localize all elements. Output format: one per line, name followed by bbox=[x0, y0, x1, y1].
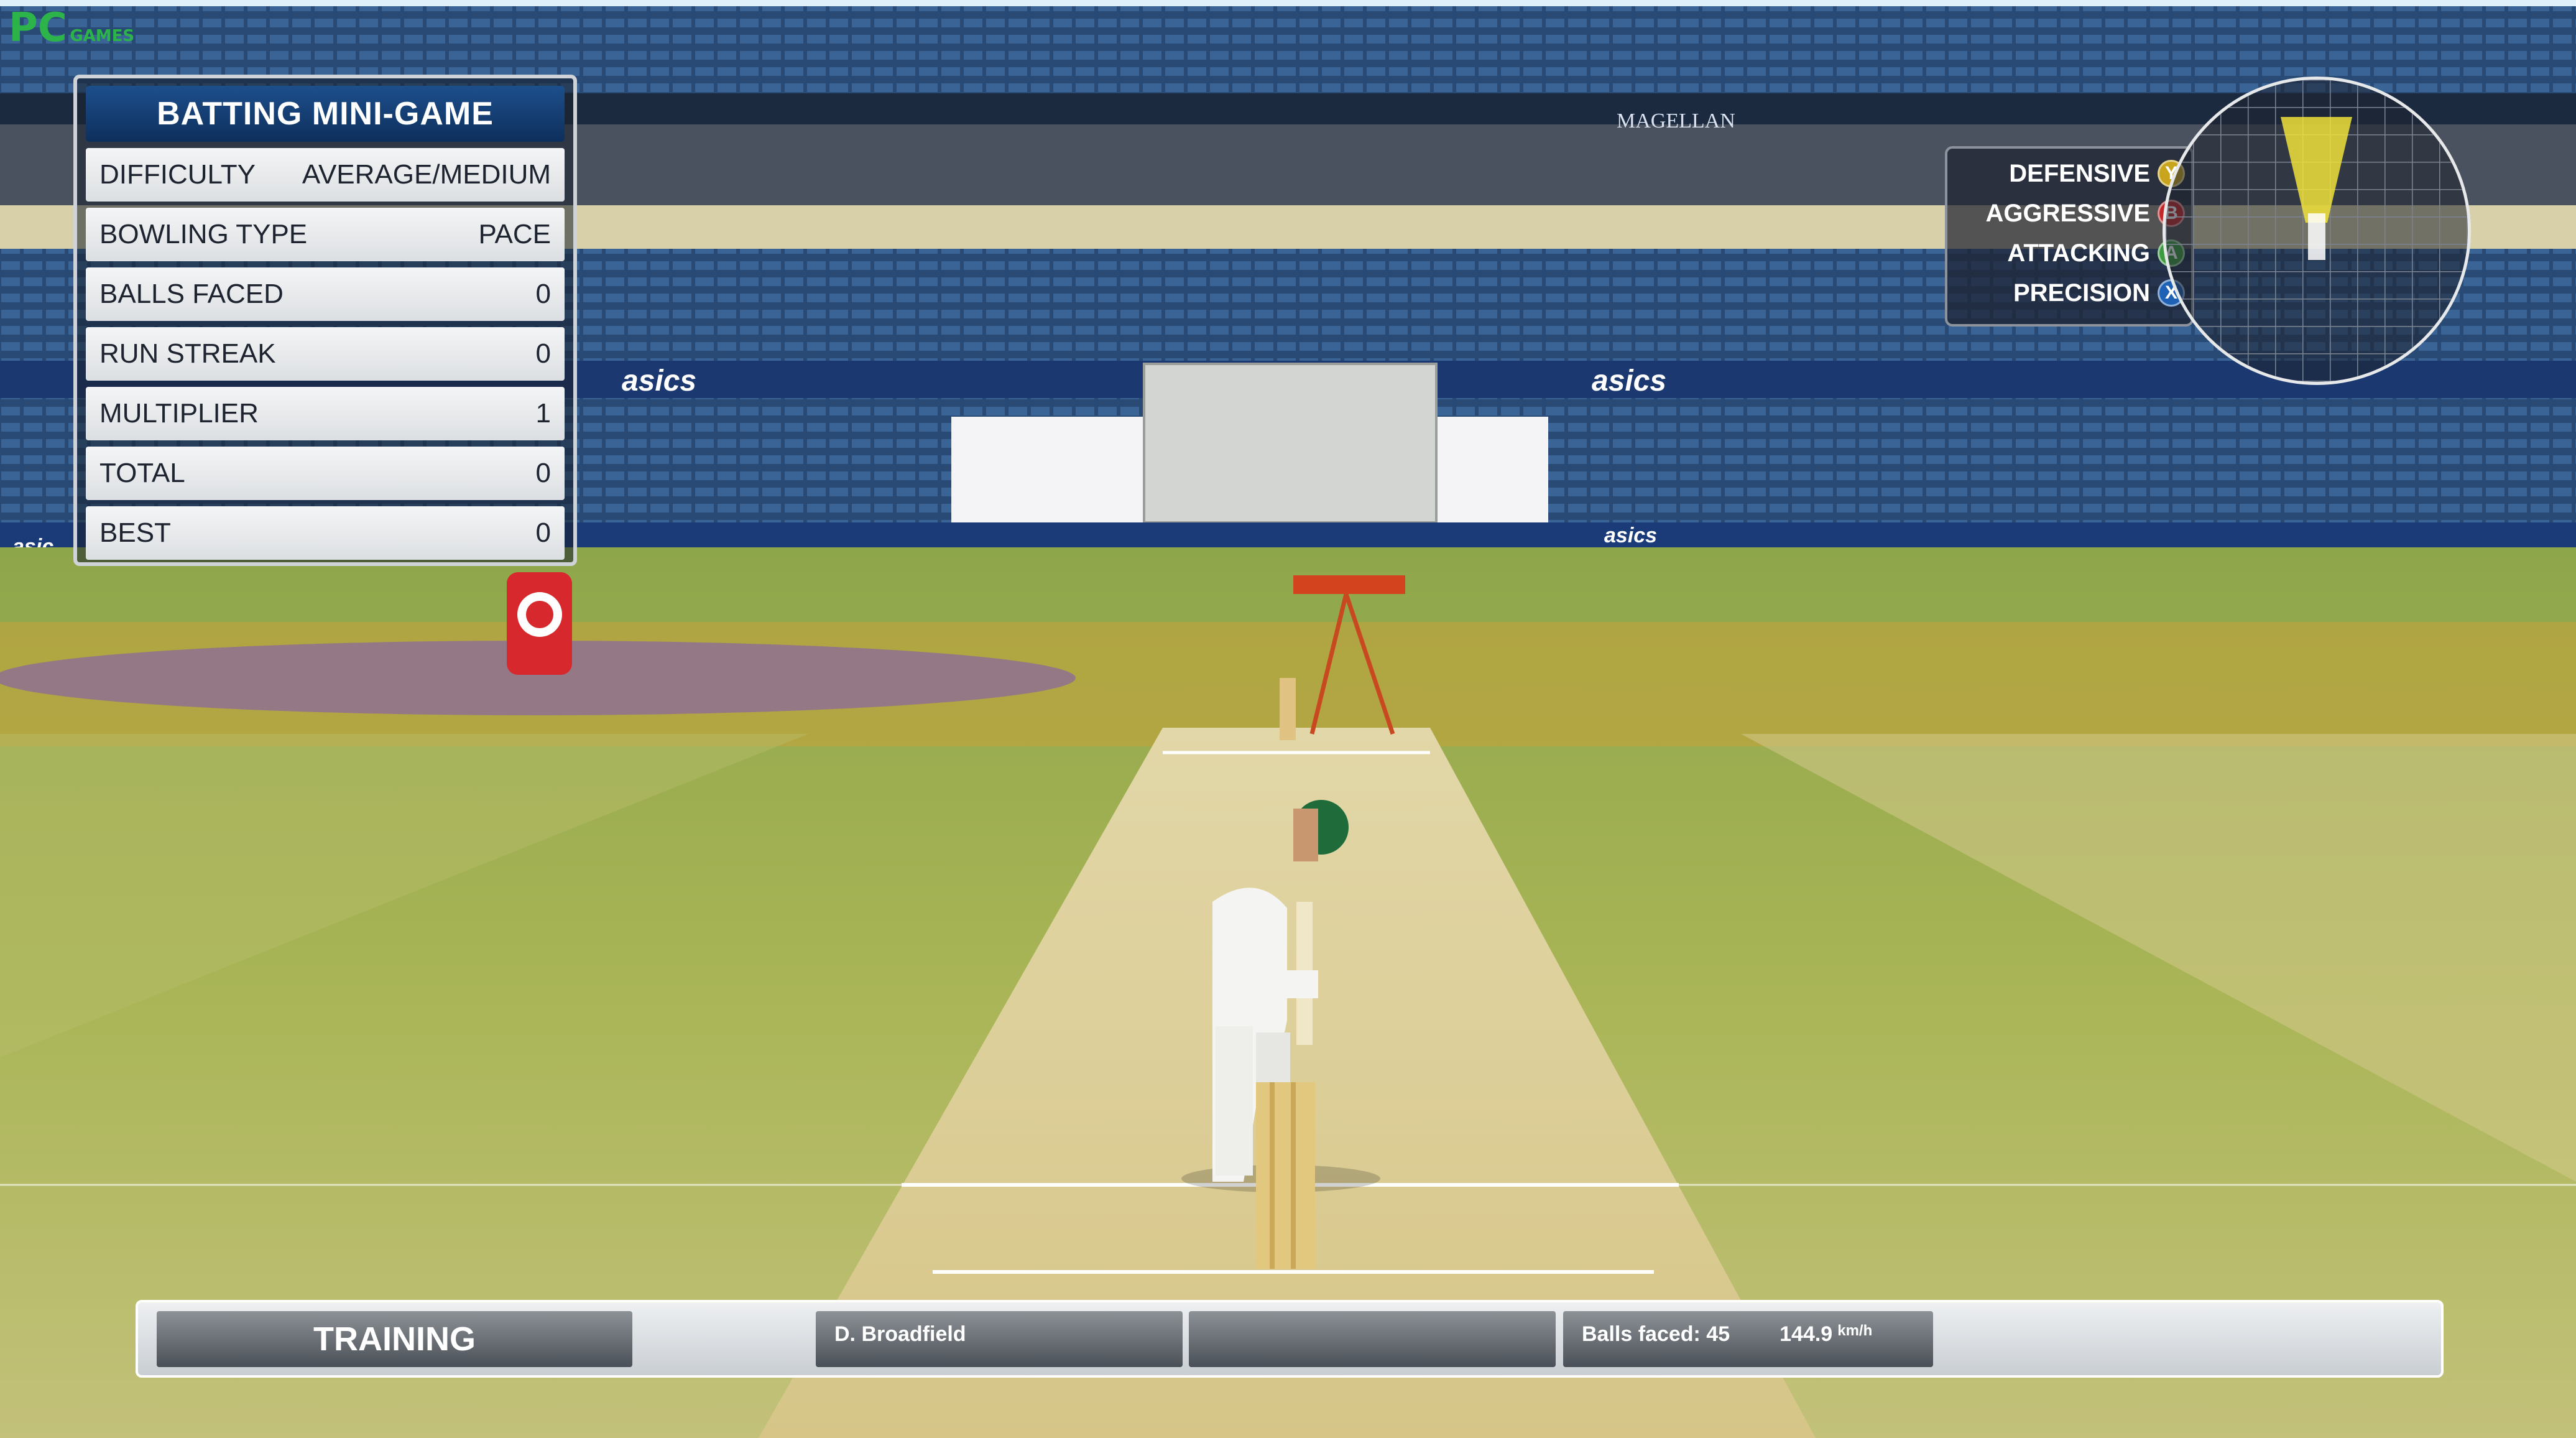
compass-batter-marker bbox=[2308, 213, 2325, 260]
stat-row-run-streak: RUN STREAK 0 bbox=[86, 327, 565, 381]
bowling-machine bbox=[1293, 575, 1405, 594]
logo-main: PC bbox=[9, 5, 67, 51]
stat-value: PACE bbox=[478, 219, 551, 249]
compass-graphic bbox=[2166, 80, 2468, 382]
batting-mini-game-panel: BATTING MINI-GAME DIFFICULTY AVERAGE/MED… bbox=[73, 75, 577, 566]
stat-row-difficulty: DIFFICULTY AVERAGE/MEDIUM bbox=[86, 148, 565, 202]
shot-mode-label: ATTACKING bbox=[2007, 239, 2150, 267]
ball-speed-unit: km/h bbox=[1837, 1322, 1873, 1339]
shot-mode-defensive: DEFENSIVE Y bbox=[1954, 154, 2185, 193]
shot-mode-legend: DEFENSIVE Y AGGRESSIVE B ATTACKING A PRE… bbox=[1945, 146, 2194, 327]
bottom-status-bar: TRAINING D. Broadfield Balls faced: 45 1… bbox=[136, 1300, 2444, 1378]
delivery-stats: Balls faced: 45 144.9 km/h bbox=[1563, 1311, 1933, 1367]
stat-label: DIFFICULTY bbox=[99, 159, 256, 190]
stat-row-total: TOTAL 0 bbox=[86, 447, 565, 500]
far-stumps bbox=[1280, 678, 1296, 740]
stat-value: 0 bbox=[535, 338, 551, 369]
stat-value: 1 bbox=[535, 398, 551, 429]
stat-value: 0 bbox=[535, 458, 551, 488]
sight-screen bbox=[1143, 363, 1438, 524]
stat-row-multiplier: MULTIPLIER 1 bbox=[86, 387, 565, 440]
balls-faced-count: Balls faced: 45 bbox=[1582, 1322, 1730, 1346]
stat-label: BOWLING TYPE bbox=[99, 219, 308, 249]
shot-mode-label: PRECISION bbox=[2013, 279, 2150, 307]
batter-name: D. Broadfield bbox=[816, 1311, 1183, 1367]
shot-direction-compass bbox=[2163, 77, 2471, 385]
stat-value: 0 bbox=[535, 517, 551, 548]
mode-tab-training: TRAINING bbox=[157, 1311, 632, 1367]
ball-speed: 144.9 bbox=[1780, 1322, 1833, 1346]
stat-label: BALLS FACED bbox=[99, 279, 284, 309]
watermark-logo: PC GAMES bbox=[9, 5, 134, 51]
sponsor-magellan: MAGELLAN bbox=[1617, 109, 1735, 132]
stat-label: TOTAL bbox=[99, 458, 185, 488]
stat-row-bowling-type: BOWLING TYPE PACE bbox=[86, 208, 565, 261]
stat-label: MULTIPLIER bbox=[99, 398, 259, 429]
stat-row-balls-faced: BALLS FACED 0 bbox=[86, 267, 565, 321]
shot-mode-precision: PRECISION X bbox=[1954, 273, 2185, 313]
stat-row-best: BEST 0 bbox=[86, 506, 565, 560]
shot-mode-label: AGGRESSIVE bbox=[1985, 199, 2150, 227]
shot-mode-attacking: ATTACKING A bbox=[1954, 233, 2185, 273]
shot-mode-aggressive: AGGRESSIVE B bbox=[1954, 193, 2185, 233]
panel-title: BATTING MINI-GAME bbox=[86, 86, 565, 142]
stat-value: 0 bbox=[535, 279, 551, 309]
sponsor-asics-upper-2: asics bbox=[1592, 364, 1666, 397]
shot-mode-label: DEFENSIVE bbox=[2009, 159, 2150, 187]
empty-info-slot bbox=[1189, 1311, 1556, 1367]
stat-label: RUN STREAK bbox=[99, 338, 276, 369]
near-stumps bbox=[1256, 1082, 1315, 1269]
logo-sub: GAMES bbox=[70, 27, 135, 45]
stat-value: AVERAGE/MEDIUM bbox=[302, 159, 551, 190]
stat-label: BEST bbox=[99, 517, 171, 548]
sponsor-asics-board: asics bbox=[1604, 524, 1657, 547]
sponsor-asics-upper: asics bbox=[622, 364, 696, 397]
